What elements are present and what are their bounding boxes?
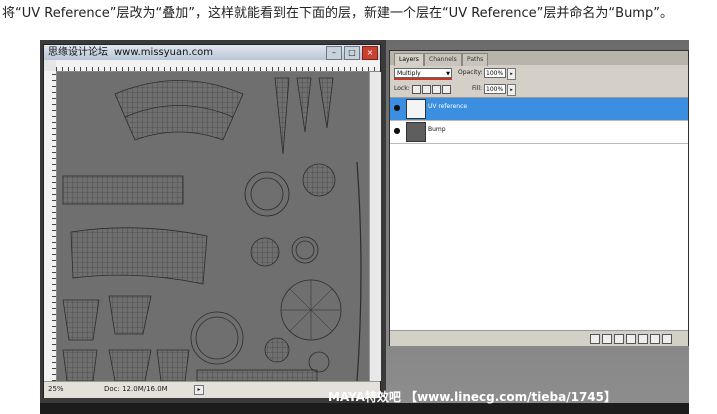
- new-layer-icon[interactable]: [650, 334, 660, 344]
- vertical-ruler[interactable]: [44, 71, 57, 381]
- layer-style-icon[interactable]: [602, 334, 612, 344]
- document-title-prefix: 思缘设计论坛: [48, 47, 108, 58]
- layer-row-bump[interactable]: ● Bump: [390, 121, 688, 144]
- zoom-level[interactable]: 25%: [48, 382, 64, 397]
- maximize-icon[interactable]: □: [344, 46, 360, 60]
- fill-label: Fill:: [472, 85, 483, 92]
- lock-position-icon[interactable]: [432, 85, 441, 94]
- watermark: MAYA特效吧 【www.linecg.com/tieba/1745】: [328, 390, 617, 404]
- window-controls: – □ ×: [326, 46, 378, 60]
- eye-icon[interactable]: ●: [392, 126, 402, 136]
- panel-tabs: Layers Channels Paths: [390, 51, 688, 66]
- tab-layers[interactable]: Layers: [394, 53, 424, 66]
- link-layers-icon[interactable]: [590, 334, 600, 344]
- opacity-label: Opacity:: [458, 69, 483, 76]
- layer-thumbnail: [406, 122, 426, 142]
- lock-image-icon[interactable]: [422, 85, 431, 94]
- document-window[interactable]: 思缘设计论坛 www.missyuan.com – □ × 25% Doc: 1…: [43, 44, 381, 398]
- layer-mask-icon[interactable]: [614, 334, 624, 344]
- lock-label: Lock:: [394, 85, 410, 92]
- eye-icon[interactable]: ●: [392, 103, 402, 113]
- lock-fill-row: Lock: Fill: 100% ▸: [390, 83, 688, 97]
- caption-text: 将“UV Reference”层改为“叠加”，这样就能看到在下面的层，新建一个层…: [2, 6, 673, 21]
- blend-mode-select[interactable]: Multiply ▼: [394, 68, 452, 78]
- fill-input[interactable]: 100%: [484, 84, 506, 94]
- layers-panel: Layers Channels Paths Multiply ▼ Opacity…: [389, 50, 689, 346]
- horizontal-ruler[interactable]: [56, 60, 380, 72]
- blend-mode-value: Multiply: [397, 70, 421, 77]
- tab-channels[interactable]: Channels: [424, 53, 462, 66]
- ruler-corner: [44, 60, 56, 71]
- lock-transparency-icon[interactable]: [412, 85, 421, 94]
- minimize-icon[interactable]: –: [326, 46, 342, 60]
- layer-name: Bump: [428, 126, 446, 133]
- fill-arrow-icon[interactable]: ▸: [507, 84, 516, 96]
- status-menu-arrow-icon[interactable]: ▸: [194, 385, 204, 395]
- layers-footer-toolbar: [390, 330, 688, 346]
- opacity-input[interactable]: 100%: [484, 68, 506, 78]
- vertical-scrollbar[interactable]: [369, 72, 381, 381]
- opacity-arrow-icon[interactable]: ▸: [507, 68, 516, 80]
- lock-all-icon[interactable]: [442, 85, 451, 94]
- layer-thumbnail: [406, 99, 426, 119]
- blend-underline: [394, 78, 452, 80]
- uv-wireframe: [62, 77, 362, 381]
- uv-layout-canvas[interactable]: [57, 72, 369, 381]
- delete-layer-icon[interactable]: [662, 334, 672, 344]
- photoshop-workspace: 思缘设计论坛 www.missyuan.com – □ × 25% Doc: 1…: [40, 40, 689, 414]
- adjustment-layer-icon[interactable]: [626, 334, 636, 344]
- document-title-site: www.missyuan.com: [114, 47, 213, 58]
- layer-row-uv-reference[interactable]: ● UV reference: [390, 98, 688, 121]
- layer-name: UV reference: [428, 103, 468, 110]
- tab-paths[interactable]: Paths: [462, 53, 489, 66]
- new-group-icon[interactable]: [638, 334, 648, 344]
- doc-size-info: Doc: 12.0M/16.0M: [104, 385, 168, 393]
- blend-opacity-row: Multiply ▼ Opacity: 100% ▸: [390, 66, 688, 82]
- close-icon[interactable]: ×: [362, 46, 378, 60]
- layer-list: ● UV reference ● Bump: [390, 97, 688, 330]
- document-title-bar[interactable]: 思缘设计论坛 www.missyuan.com – □ ×: [44, 45, 380, 60]
